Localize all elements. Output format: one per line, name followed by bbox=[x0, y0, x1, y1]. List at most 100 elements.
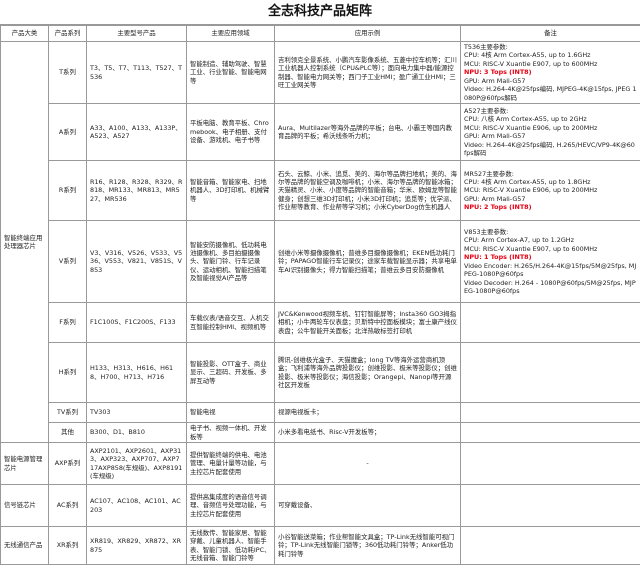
table-row: A系列 A33、A100、A133、A133P、A523、A527 平板电脑、教… bbox=[1, 103, 640, 162]
models-cell: AC107、AC108、AC101、AC203 bbox=[86, 484, 187, 528]
models-cell: A33、A100、A133、A133P、A523、A527 bbox=[86, 103, 187, 162]
series-cell: H系列 bbox=[48, 342, 87, 404]
domain-cell: 提供高集成度的语音信号调理、音频信号处理功能，与主控芯片配套使用 bbox=[186, 484, 275, 528]
examples-cell: 吉利领克全景系统、小鹏汽车影像系统、五菱中控车机等；汇川工业机器人控制系统（CP… bbox=[274, 40, 461, 105]
domain-cell: 智能音箱、智能家电、扫地机器人、3D打印机、机械臂等 bbox=[186, 160, 275, 222]
npu-highlight: NPU: 3 Tops (INT8) bbox=[464, 68, 532, 77]
domain-cell: 车载仪表/语音交互、人机交互智能控制HMI、视频机等 bbox=[186, 302, 275, 344]
examples-cell: JVC&Kenwood视频车机、钉钉智能屏等；Insta360 GO3拇指相机；… bbox=[274, 302, 461, 344]
category-cell: 智能电源管理芯片 bbox=[0, 442, 49, 486]
note-line: MCU: RISC-V Xuantie E907, up to 600MHz bbox=[464, 59, 598, 68]
category-cell: 无线通信产品 bbox=[0, 526, 49, 566]
domain-cell: 智能制造、辅助驾驶、智慧工业、行业智能、智能电网等 bbox=[186, 40, 275, 105]
note-line: Video Encoder: H.265/H.264-4K@15fps/5M@2… bbox=[464, 261, 637, 279]
table-row: R系列 R16、R128、R328、R329、R818、MR133、MR813、… bbox=[1, 160, 640, 222]
series-cell: V系列 bbox=[48, 220, 87, 304]
series-cell: XR系列 bbox=[48, 526, 87, 566]
examples-cell: 腾讯-创维极光盒子、天猫魔盒；long TV等海外运营商机顶盒；飞利浦等海外品牌… bbox=[274, 342, 461, 404]
models-cell: B300、D1、B810 bbox=[86, 422, 187, 444]
examples-cell: 小谷智能送菜箱；作业帮智能文具盒；TP-Link无线智能可视门铃；TP-Link… bbox=[274, 526, 461, 566]
column-header: 备注 bbox=[460, 25, 640, 42]
note-line: MCU: RISC-V Xuantie E906, up to 200MHz bbox=[464, 123, 598, 132]
note-line: GPU: Arm Mali-G57 bbox=[464, 76, 526, 85]
series-cell: F系列 bbox=[48, 302, 87, 344]
column-header: 主要型号产品 bbox=[86, 25, 187, 42]
note-line: CPU: 4核 Arm Cortex-A55, up to 1.6GHz bbox=[464, 51, 591, 60]
models-cell: F1C100S、F1C200S、F133 bbox=[86, 302, 187, 344]
examples-cell: Aura、Multilazer等海外品牌的平板；台电、小霸王等国内教育品牌的平板… bbox=[274, 103, 461, 162]
table-row: H系列 H133、H313、H616、H618、H700、H713、H716 智… bbox=[1, 342, 640, 404]
series-cell: AC系列 bbox=[48, 484, 87, 528]
examples-cell: - bbox=[274, 442, 461, 486]
table-row: TV系列 TV303 智能电视 视源电视板卡； bbox=[1, 402, 640, 424]
domain-cell: 智能安防摄像机、低功耗电池摄像机、多目拍摄摄像头、智能门铃、行车记录仪、运动相机… bbox=[186, 220, 275, 304]
examples-cell: 石头、云鲸、小米、追觅、美的、海尔等品牌扫地机；美的、海尔等品牌的智能空调及咖啡… bbox=[274, 160, 461, 222]
category-cell: 智能终端应用处理器芯片 bbox=[0, 40, 49, 444]
product-matrix-page: 全志科技产品矩阵 产品大类 产品系列 主要型号产品 主要应用领域 应用示例 备注… bbox=[0, 0, 640, 585]
domain-cell: 智能电视 bbox=[186, 402, 275, 424]
column-header: 产品系列 bbox=[48, 25, 87, 42]
models-cell: R16、R128、R328、R329、R818、MR133、MR813、MR52… bbox=[86, 160, 187, 222]
domain-cell: 提供智能终端的供电、电池管理、电量计量等功能，与主控芯片配套使用 bbox=[186, 442, 275, 486]
note-line: Video: H.264-4K@25fps编码, H.265/HEVC/VP9-… bbox=[464, 140, 635, 158]
notes-cell bbox=[460, 302, 640, 344]
note-line: GPU: Arm Mali-G57 bbox=[464, 132, 526, 141]
table-row: 智能终端应用处理器芯片 T系列 T3、T5、T7、T113、T527、T536 … bbox=[0, 40, 640, 444]
column-header: 主要应用领域 bbox=[186, 25, 275, 42]
page-title: 全志科技产品矩阵 bbox=[0, 0, 640, 25]
product-matrix-table: 产品大类 产品系列 主要型号产品 主要应用领域 应用示例 备注 智能终端应用处理… bbox=[0, 25, 640, 566]
note-line: MCU: RISC-V Xuantie E906, up to 200MHz bbox=[464, 186, 598, 195]
note-line: Video: H.264-4K@25fps编码, MJPEG-4K@15fps,… bbox=[464, 85, 637, 102]
examples-cell: 创维小米等摄像摄像机；普维多目摄像摄像机；EKEN低功耗门铃；PAPAGO智能行… bbox=[274, 220, 461, 304]
examples-cell: 可穿戴设备、 bbox=[274, 484, 461, 528]
domain-cell: 智能投影、OTT盒子、商业显示、三超码、开发板、多屏互动等 bbox=[186, 342, 275, 404]
series-cell: T系列 bbox=[48, 40, 87, 105]
table-row: 信号链芯片 AC系列 AC107、AC108、AC101、AC203 提供高集成… bbox=[0, 484, 640, 528]
table-row: 智能电源管理芯片 AXP系列 AXP2101、AXP2601、AXP313、AX… bbox=[0, 442, 640, 486]
note-line: MCU: RISC-V Xuantie E907, up to 600MHz bbox=[464, 244, 598, 253]
series-cell: A系列 bbox=[48, 103, 87, 162]
notes-cell: A527主要参数: CPU: 八核 Arm Cortex-A55, up to … bbox=[460, 103, 640, 162]
series-cell: AXP系列 bbox=[48, 442, 87, 486]
examples-cell: 小米多看电纸书、Risc-V开发板等； bbox=[274, 422, 461, 444]
notes-cell bbox=[460, 484, 640, 528]
note-line: Video Decoder: H.264 - 1080P@60fps/5M@25… bbox=[464, 278, 636, 296]
domain-cell: 无线数传、智能家居、智能穿戴、儿童机器人、智能手表、智能门锁、低功耗IPC、无线… bbox=[186, 526, 275, 566]
series-cell: R系列 bbox=[48, 160, 87, 222]
models-cell: TV303 bbox=[86, 402, 187, 424]
note-line: CPU: 八核 Arm Cortex-A55, up to 2GHz bbox=[464, 115, 587, 124]
models-cell: XR819、XR829、XR872、XR875 bbox=[86, 526, 187, 566]
models-cell: H133、H313、H616、H618、H700、H713、H716 bbox=[86, 342, 187, 404]
npu-highlight: NPU: 2 Tops (INT8) bbox=[464, 203, 532, 212]
models-cell: V3、V316、V526、V533、V536、V553、V821、V851S、V… bbox=[86, 220, 187, 304]
models-cell: AXP2101、AXP2601、AXP313、AXP323、AXP707、AXP… bbox=[86, 442, 187, 486]
examples-cell: 视源电视板卡； bbox=[274, 402, 461, 424]
notes-cell: V853主要参数: CPU: Arm Cortex-A7, up to 1.2G… bbox=[460, 220, 640, 304]
notes-cell bbox=[460, 442, 640, 486]
notes-cell: T536主要参数: CPU: 4核 Arm Cortex-A55, up to … bbox=[460, 40, 640, 105]
domain-cell: 平板电脑、教育平板、Chromebook、电子相册、支付设备、游戏机、电子书等 bbox=[186, 103, 275, 162]
note-line: CPU: Arm Cortex-A7, up to 1.2GHz bbox=[464, 236, 574, 245]
note-line: A527主要参数: bbox=[464, 106, 509, 115]
table-header-row: 产品大类 产品系列 主要型号产品 主要应用领域 应用示例 备注 bbox=[0, 25, 640, 42]
note-line: MR527主要参数: bbox=[464, 169, 514, 178]
table-row: 无线通信产品 XR系列 XR819、XR829、XR872、XR875 无线数传… bbox=[0, 526, 640, 566]
domain-cell: 电子书、视频一体机、开发板等 bbox=[186, 422, 275, 444]
npu-highlight: NPU: 1 Tops (INT8) bbox=[464, 253, 532, 262]
note-line: CPU: 4核 Arm Cortex-A55, up to 1.8GHz bbox=[464, 177, 591, 186]
notes-cell bbox=[460, 342, 640, 404]
series-cell: 其他 bbox=[48, 422, 87, 444]
note-line: V853主要参数: bbox=[464, 227, 509, 236]
notes-cell bbox=[460, 526, 640, 566]
notes-cell bbox=[460, 422, 640, 444]
table-row: V系列 V3、V316、V526、V533、V536、V553、V821、V85… bbox=[1, 220, 640, 304]
category-cell: 信号链芯片 bbox=[0, 484, 49, 528]
column-header: 应用示例 bbox=[274, 25, 461, 42]
table-row: 其他 B300、D1、B810 电子书、视频一体机、开发板等 小米多看电纸书、R… bbox=[1, 422, 640, 444]
table-row: F系列 F1C100S、F1C200S、F133 车载仪表/语音交互、人机交互智… bbox=[1, 302, 640, 344]
notes-cell: MR527主要参数: CPU: 4核 Arm Cortex-A55, up to… bbox=[460, 160, 640, 222]
note-line: GPU: Arm Mali-G57 bbox=[464, 194, 526, 203]
notes-cell bbox=[460, 402, 640, 424]
series-cell: TV系列 bbox=[48, 402, 87, 424]
column-header: 产品大类 bbox=[0, 25, 49, 42]
